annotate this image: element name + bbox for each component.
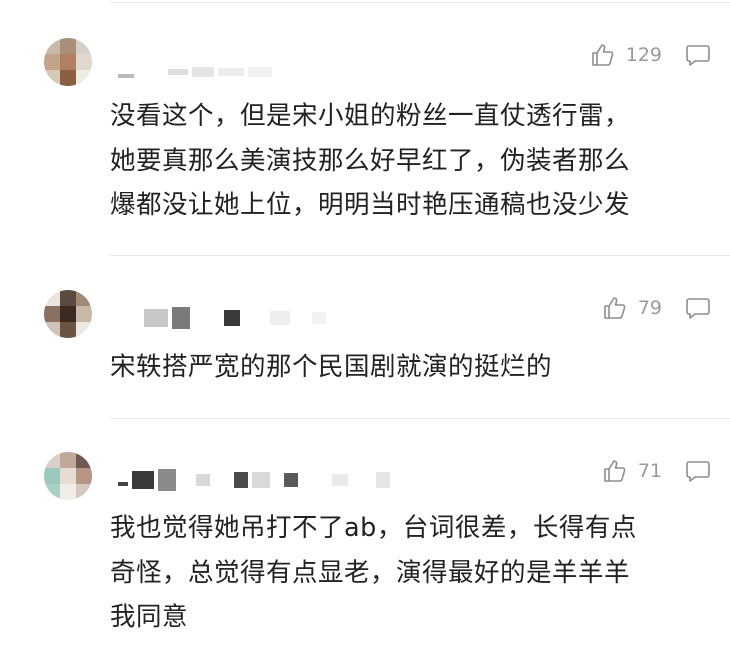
comment-bubble-icon[interactable] [684, 42, 712, 68]
thumbs-up-icon[interactable] [602, 458, 628, 484]
avatar[interactable] [44, 38, 92, 86]
like-count: 79 [637, 297, 662, 319]
comment-actions: 71 [602, 458, 712, 484]
like-count: 129 [625, 44, 662, 66]
comment-actions: 129 [590, 42, 712, 68]
thumbs-up-icon[interactable] [590, 42, 616, 68]
username-blurred[interactable] [118, 469, 390, 491]
comment-actions: 79 [602, 295, 712, 321]
divider [110, 2, 730, 3]
divider [110, 418, 730, 419]
username-blurred[interactable] [118, 307, 326, 329]
comment-text: 我也觉得她吊打不了ab，台词很差，长得有点 奇怪，总觉得有点显老，演得最好的是羊… [110, 513, 637, 632]
avatar[interactable] [44, 452, 92, 500]
avatar[interactable] [44, 290, 92, 338]
like-count: 71 [637, 460, 662, 482]
comment-bubble-icon[interactable] [684, 295, 712, 321]
divider [110, 255, 730, 256]
comment-bubble-icon[interactable] [684, 458, 712, 484]
username-blurred[interactable] [118, 62, 272, 82]
thumbs-up-icon[interactable] [602, 295, 628, 321]
comment-text: 宋轶搭严宽的那个民国剧就演的挺烂的 [110, 352, 553, 382]
comment-text: 没看这个，但是宋小姐的粉丝一直仗透行雷， 她要真那么美演技那么好早红了，伪装者那… [110, 101, 631, 220]
